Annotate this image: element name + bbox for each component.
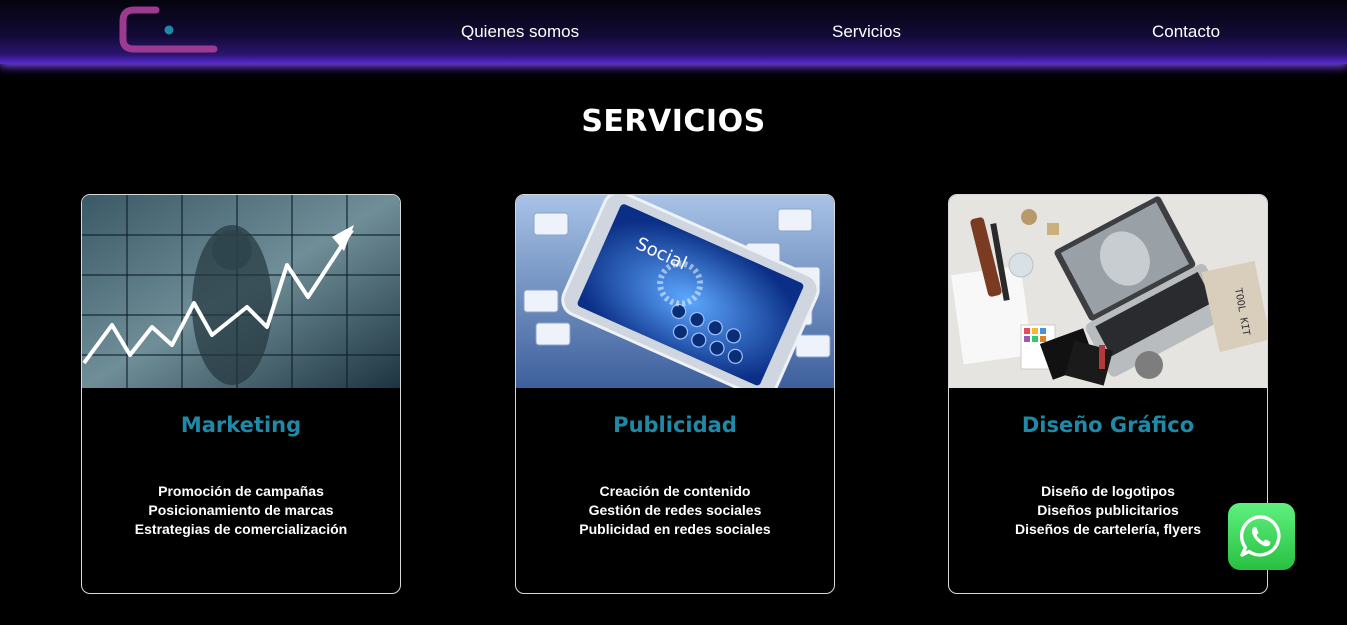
design-desk-image: TOOL KIT: [949, 195, 1267, 388]
nav-link-contacto[interactable]: Contacto: [1152, 22, 1220, 42]
list-item: Diseños de cartelería, flyers: [1015, 521, 1201, 537]
page-title: SERVICIOS: [581, 104, 766, 139]
list-item: Diseño de logotipos: [1041, 483, 1175, 499]
nav-link-quienes-somos[interactable]: Quienes somos: [461, 22, 579, 42]
card-title: Publicidad: [613, 413, 737, 437]
service-card-publicidad[interactable]: Social Publicidad Creación de contenido …: [515, 194, 835, 594]
card-title: Marketing: [180, 413, 302, 437]
list-item: Publicidad en redes sociales: [579, 521, 771, 537]
service-list: Creación de contenido Gestión de redes s…: [516, 482, 834, 539]
service-card-marketing[interactable]: Marketing Promoción de campañas Posicion…: [81, 194, 401, 594]
list-item: Creación de contenido: [599, 483, 751, 499]
top-nav-bar: Quienes somos Servicios Contacto: [0, 0, 1347, 64]
list-item: Gestión de redes sociales: [588, 502, 762, 518]
list-item: Posicionamiento de marcas: [148, 502, 334, 518]
whatsapp-button[interactable]: [1228, 503, 1295, 570]
service-list: Promoción de campañas Posicionamiento de…: [82, 482, 400, 539]
brand-logo-icon[interactable]: [118, 5, 218, 55]
list-item: Estrategias de comercialización: [134, 521, 348, 537]
marketing-chart-image: [82, 195, 400, 388]
service-card-diseno-grafico[interactable]: TOOL KIT Diseño Gráfico Diseño de logoti…: [948, 194, 1268, 594]
card-title: Diseño Gráfico: [1021, 413, 1195, 437]
service-list: Diseño de logotipos Diseños publicitario…: [949, 482, 1267, 539]
list-item: Diseños publicitarios: [1037, 502, 1179, 518]
nav-link-servicios[interactable]: Servicios: [832, 22, 901, 42]
social-phone-image: Social: [516, 195, 834, 388]
list-item: Promoción de campañas: [158, 483, 324, 499]
whatsapp-icon: [1239, 515, 1281, 557]
